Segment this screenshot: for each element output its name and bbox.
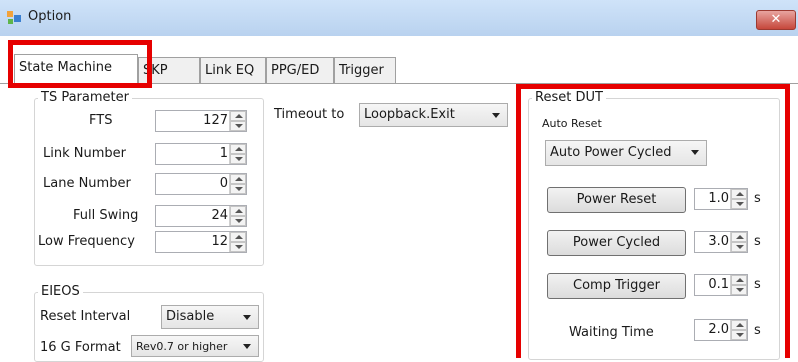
eieos-title: EIEOS: [38, 284, 83, 299]
full-swing-label: Full Swing: [73, 208, 139, 223]
spin-up-icon[interactable]: [230, 174, 246, 184]
fts-value: 127: [203, 113, 228, 128]
full-swing-value: 24: [211, 208, 228, 223]
spin-down-icon[interactable]: [230, 242, 246, 252]
tab-ppg-ed[interactable]: PPG/ED: [266, 57, 334, 83]
close-button[interactable]: ✕: [756, 10, 796, 30]
tab-link-eq[interactable]: Link EQ: [200, 57, 266, 83]
spin-up-icon[interactable]: [230, 206, 246, 216]
title-bar: Option ✕: [0, 0, 798, 37]
dropdown-arrow-icon: [243, 315, 251, 320]
tab-label: Trigger: [339, 63, 384, 78]
ts-parameter-title: TS Parameter: [38, 90, 132, 105]
dropdown-arrow-icon: [492, 113, 500, 118]
lane-number-label: Lane Number: [43, 176, 131, 191]
link-number-value: 1: [219, 146, 228, 161]
reset-interval-select[interactable]: Disable: [161, 305, 259, 329]
dropdown-arrow-icon: [243, 344, 251, 349]
low-frequency-value: 12: [211, 234, 228, 249]
spin-down-icon[interactable]: [230, 121, 246, 131]
format-label: 16 G Format: [40, 340, 121, 355]
spin-up-icon[interactable]: [230, 232, 246, 242]
low-frequency-input[interactable]: 12: [155, 231, 247, 253]
reset-interval-value: Disable: [166, 309, 215, 324]
timeout-select[interactable]: Loopback.Exit: [359, 103, 508, 127]
lane-number-input[interactable]: 0: [155, 173, 247, 195]
highlight-box-tab: [8, 40, 152, 88]
spin-down-icon[interactable]: [230, 184, 246, 194]
fts-label: FTS: [89, 113, 113, 128]
close-icon: ✕: [770, 12, 782, 27]
tab-label: PPG/ED: [271, 63, 320, 78]
spin-down-icon[interactable]: [230, 216, 246, 226]
lane-number-value: 0: [219, 176, 228, 191]
format-value: Rev0.7 or higher: [136, 340, 228, 353]
timeout-value: Loopback.Exit: [364, 107, 455, 122]
link-number-label: Link Number: [43, 146, 126, 161]
highlight-box-reset-dut: [516, 84, 790, 358]
window-app-icon: [7, 11, 21, 24]
window-title: Option: [28, 9, 72, 24]
fts-input[interactable]: 127: [155, 110, 247, 132]
tab-label: Link EQ: [205, 63, 255, 78]
reset-interval-label: Reset Interval: [40, 309, 131, 324]
timeout-label: Timeout to: [274, 107, 345, 122]
spin-down-icon[interactable]: [230, 154, 246, 164]
tab-trigger[interactable]: Trigger: [334, 57, 396, 83]
spin-up-icon[interactable]: [230, 111, 246, 121]
low-frequency-label: Low Frequency: [38, 234, 135, 249]
link-number-input[interactable]: 1: [155, 143, 247, 165]
full-swing-input[interactable]: 24: [155, 205, 247, 227]
format-select[interactable]: Rev0.7 or higher: [131, 335, 259, 357]
spin-up-icon[interactable]: [230, 144, 246, 154]
